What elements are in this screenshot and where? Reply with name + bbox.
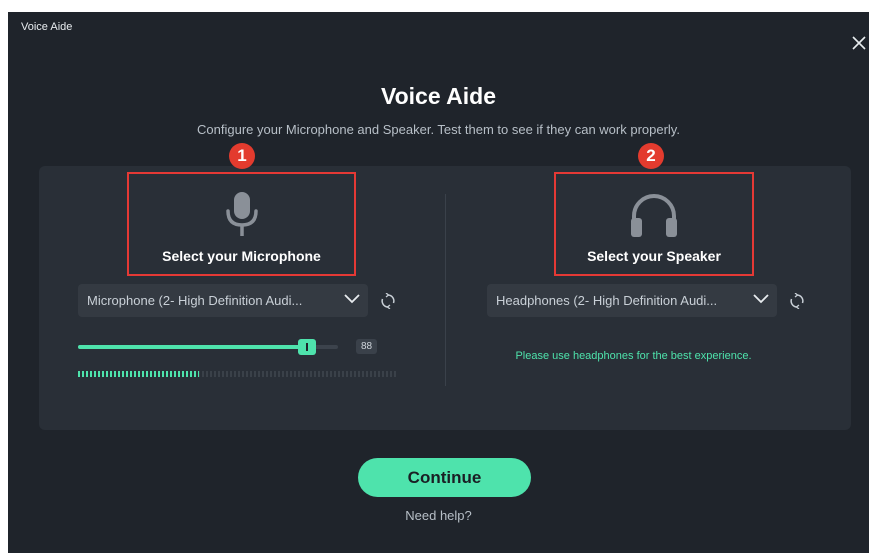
close-icon[interactable] [850,34,868,52]
need-help-link[interactable]: Need help? [8,508,869,523]
chevron-down-icon [344,294,360,304]
headphones-hint: Please use headphones for the best exper… [515,350,752,362]
refresh-microphone-icon[interactable] [380,293,396,309]
speaker-select[interactable]: Headphones (2- High Definition Audi... [487,284,777,317]
input-level-meter [78,371,396,377]
page-subtitle: Configure your Microphone and Speaker. T… [197,122,680,137]
select-microphone-label: Select your Microphone [162,248,321,264]
volume-slider-handle[interactable] [297,339,316,355]
step-1-badge: 1 [229,143,255,169]
select-speaker-label: Select your Speaker [587,248,721,264]
select-microphone-card[interactable]: Select your Microphone [127,172,356,276]
chevron-down-icon [753,294,769,304]
continue-button[interactable]: Continue [358,458,531,497]
input-level-fill [78,371,199,377]
microphone-select[interactable]: Microphone (2- High Definition Audi... [78,284,368,317]
microphone-select-value: Microphone (2- High Definition Audi... [87,293,303,308]
volume-value: 88 [356,339,377,354]
refresh-speaker-icon[interactable] [789,293,805,309]
speaker-select-value: Headphones (2- High Definition Audi... [496,293,718,308]
microphone-icon [225,192,258,236]
page-title: Voice Aide [380,83,497,109]
microphone-volume-slider[interactable] [78,339,338,355]
window-title: Voice Aide [21,21,73,33]
voice-aide-dialog: Voice Aide Voice Aide Configure your Mic… [8,12,869,553]
volume-fill [78,345,307,349]
select-speaker-card[interactable]: Select your Speaker [554,172,754,276]
headphones-icon [631,194,677,237]
step-2-badge: 2 [638,143,664,169]
